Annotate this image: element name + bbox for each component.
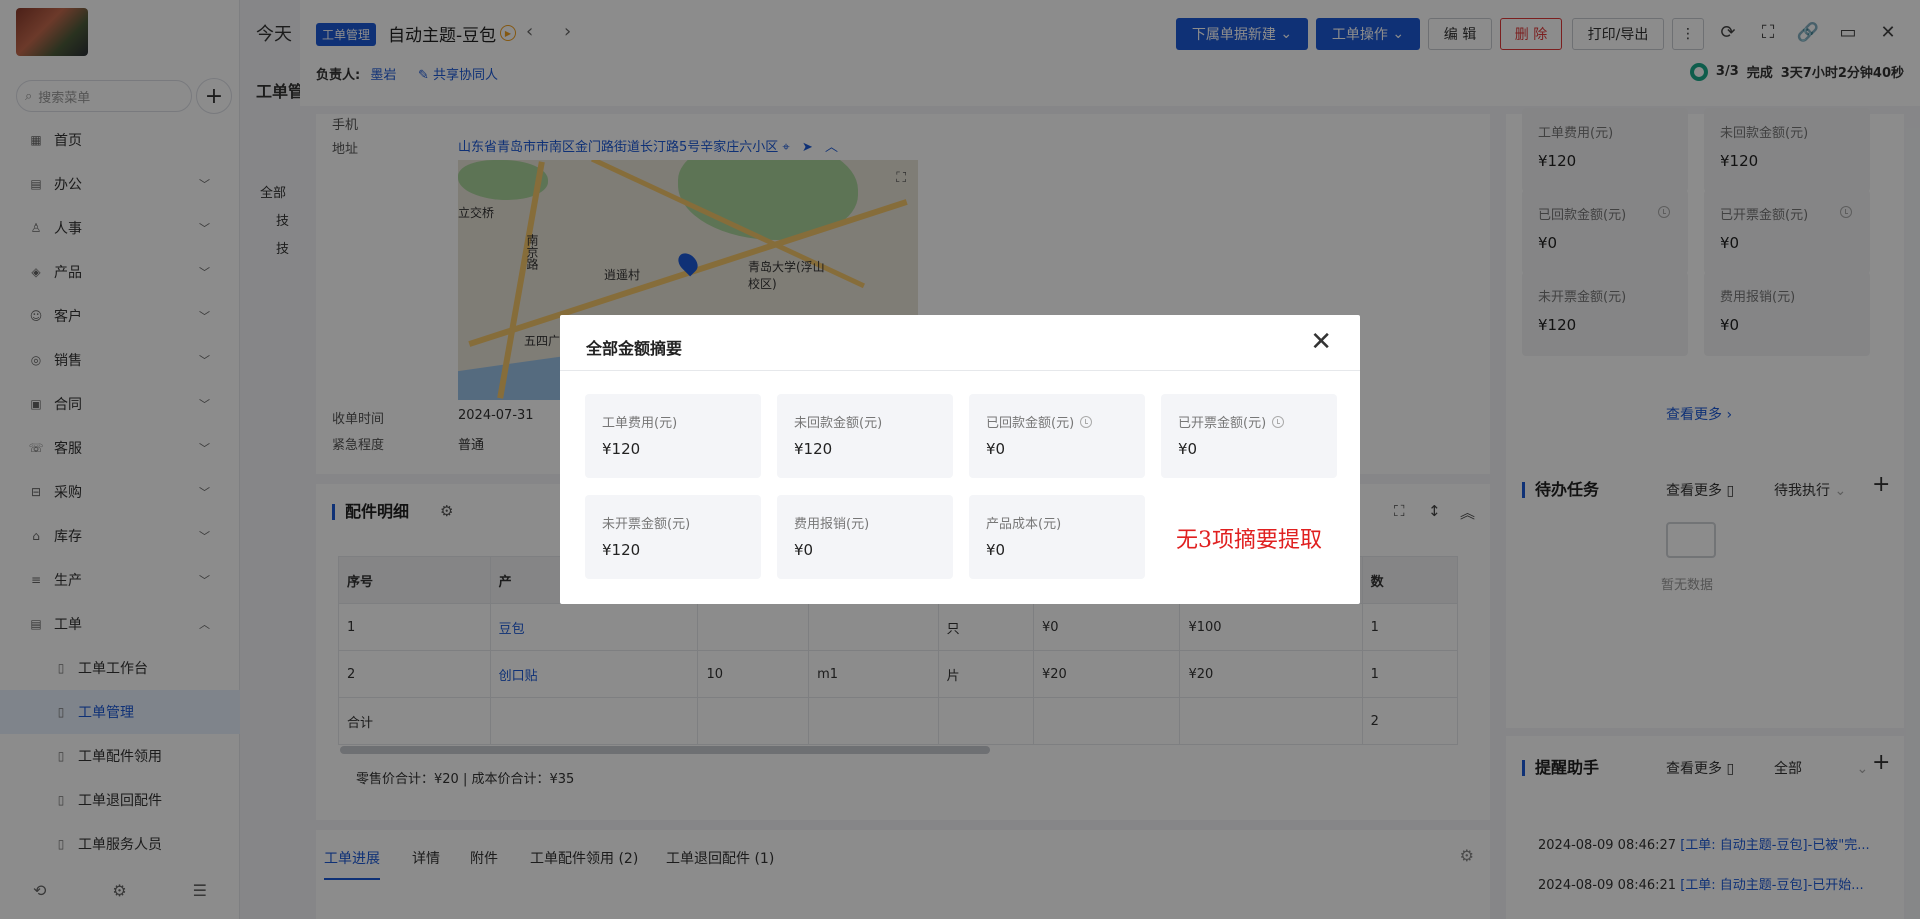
stat-label: 费用报销(元) — [794, 517, 870, 532]
clock-icon[interactable] — [1080, 415, 1093, 428]
stat-label-row: 产品成本(元) — [986, 513, 1061, 532]
amount-stat-card: 工单费用(元) ¥120 — [585, 394, 761, 478]
modal-header: 全部金额摘要 ✕ — [560, 315, 1360, 371]
stat-value: ¥120 — [602, 440, 641, 458]
stat-value: ¥120 — [602, 541, 641, 559]
stat-value: ¥0 — [1178, 440, 1198, 458]
stat-label-row: 工单费用(元) — [602, 412, 677, 431]
amount-stat-card: 产品成本(元) ¥0 — [969, 495, 1145, 579]
stat-label: 工单费用(元) — [602, 416, 678, 431]
amount-stat-card: 未开票金额(元) ¥120 — [585, 495, 761, 579]
stat-value: ¥0 — [986, 541, 1006, 559]
stat-value: ¥120 — [794, 440, 833, 458]
stat-label: 未开票金额(元) — [602, 517, 691, 532]
close-icon[interactable]: ✕ — [1310, 327, 1332, 357]
stat-label: 已回款金额(元) — [986, 416, 1075, 431]
stat-label: 已开票金额(元) — [1178, 416, 1267, 431]
stat-label-row: 已开票金额(元) — [1178, 412, 1285, 431]
stat-label-row: 未开票金额(元) — [602, 513, 690, 532]
amount-stat-card: 已回款金额(元) ¥0 — [969, 394, 1145, 478]
stat-label: 未回款金额(元) — [794, 416, 883, 431]
amount-stat-card: 已开票金额(元) ¥0 — [1161, 394, 1337, 478]
modal-title: 全部金额摘要 — [586, 339, 683, 358]
stat-label: 产品成本(元) — [986, 517, 1062, 532]
annotation-note: 无3项摘要提取 — [1176, 528, 1322, 553]
amount-stat-card: 未回款金额(元) ¥120 — [777, 394, 953, 478]
clock-icon[interactable] — [1272, 415, 1285, 428]
stat-label-row: 未回款金额(元) — [794, 412, 882, 431]
stat-value: ¥0 — [986, 440, 1006, 458]
stat-value: ¥0 — [794, 541, 814, 559]
stat-label-row: 费用报销(元) — [794, 513, 869, 532]
amount-summary-modal: 全部金额摘要 ✕ 无3项摘要提取 工单费用(元) ¥120 未回款金额(元) ¥120… — [560, 315, 1360, 604]
stat-label-row: 已回款金额(元) — [986, 412, 1093, 431]
amount-stat-card: 费用报销(元) ¥0 — [777, 495, 953, 579]
